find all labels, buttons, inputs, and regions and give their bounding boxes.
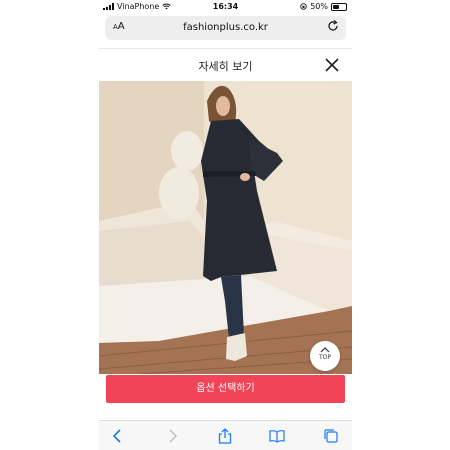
scroll-top-button[interactable]: TOP [310, 341, 340, 371]
select-option-button[interactable]: 옵션 선택하기 [106, 375, 345, 403]
share-icon [218, 428, 232, 444]
product-image [99, 81, 352, 374]
chevron-up-icon [320, 347, 330, 353]
bookmarks-button[interactable] [269, 428, 285, 444]
product-photo [99, 81, 352, 374]
battery-percent: 50% [310, 2, 328, 11]
orientation-lock-icon [300, 3, 307, 10]
status-right: 50% [300, 2, 347, 11]
back-button[interactable] [110, 428, 126, 444]
chevron-right-icon [169, 429, 178, 443]
close-button[interactable] [324, 57, 340, 73]
close-icon [325, 58, 339, 72]
reload-button[interactable] [326, 19, 340, 36]
tabs-button[interactable] [323, 428, 339, 444]
book-icon [269, 430, 285, 443]
url-text[interactable]: fashionplus.co.kr [105, 22, 346, 33]
forward-button[interactable] [164, 428, 180, 444]
tabs-icon [324, 429, 338, 443]
address-bar[interactable]: AAAA fashionplus.co.kr [105, 16, 346, 40]
browser-toolbar [99, 420, 352, 450]
share-button[interactable] [217, 428, 233, 444]
sheet-title: 자세히 보기 [198, 60, 253, 73]
phone-screen: VinaPhone 16:34 50% AAAA fashionplus.co.… [99, 0, 352, 450]
battery-icon [331, 2, 347, 11]
chevron-left-icon [112, 429, 121, 443]
scroll-top-label: TOP [318, 354, 331, 361]
sheet-header: 자세히 보기 [99, 48, 352, 81]
reload-icon [328, 20, 338, 31]
status-bar: VinaPhone 16:34 50% [99, 0, 352, 13]
